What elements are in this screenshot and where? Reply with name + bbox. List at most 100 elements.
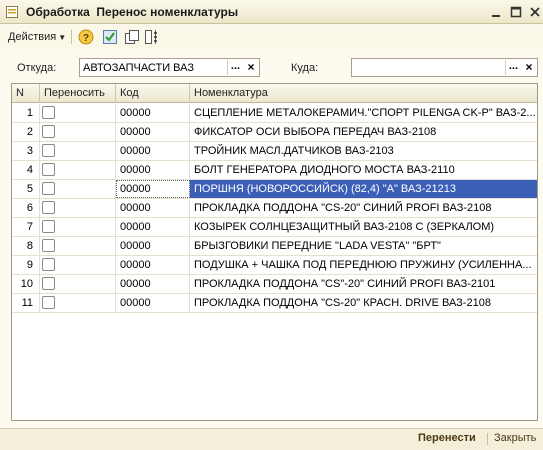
code-cell[interactable]: 00000 bbox=[116, 123, 190, 141]
maximize-icon[interactable] bbox=[509, 5, 523, 19]
move-checkbox[interactable] bbox=[42, 258, 55, 271]
code-cell[interactable]: 00000 bbox=[116, 256, 190, 274]
from-field[interactable]: АВТОЗАПЧАСТИ ВАЗ ... × bbox=[79, 58, 260, 77]
table-row[interactable]: 4 00000 БОЛТ ГЕНЕРАТОРА ДИОДНОГО МОСТА ВАЗ… bbox=[12, 161, 537, 180]
window-title: Обработка Перенос номенклатуры bbox=[26, 5, 239, 19]
move-cell[interactable] bbox=[40, 237, 116, 255]
table-row[interactable]: 6 00000 ПРОКЛАДКА ПОДДОНА "CS-20" СИНИЙ PR… bbox=[12, 199, 537, 218]
nomenclature-cell[interactable]: ПРОКЛАДКА ПОДДОНА "CS-20" КРАСН. DRIVE В… bbox=[190, 294, 537, 312]
move-cell[interactable] bbox=[40, 256, 116, 274]
code-cell[interactable]: 00000 bbox=[116, 199, 190, 217]
from-value[interactable]: АВТОЗАПЧАСТИ ВАЗ bbox=[83, 62, 194, 74]
table-row[interactable]: 7 00000 КОЗЫРЕК СОЛНЦЕЗАЩИТНЫЙ ВАЗ-2108 С … bbox=[12, 218, 537, 237]
code-cell[interactable]: 00000 bbox=[116, 180, 190, 198]
footer-divider bbox=[487, 433, 488, 445]
move-checkbox[interactable] bbox=[42, 296, 55, 309]
nomenclature-cell[interactable]: КОЗЫРЕК СОЛНЦЕЗАЩИТНЫЙ ВАЗ-2108 С (ЗЕРКА… bbox=[190, 218, 537, 236]
column-header-name[interactable]: Номенклатура bbox=[190, 84, 537, 103]
move-checkbox[interactable] bbox=[42, 220, 55, 233]
move-checkbox[interactable] bbox=[42, 163, 55, 176]
row-number: 1 bbox=[12, 104, 40, 122]
check-icon[interactable] bbox=[102, 29, 118, 45]
column-header-code[interactable]: Код bbox=[116, 84, 190, 103]
table-row[interactable]: 3 00000 ТРОЙНИК МАСЛ.ДАТЧИКОВ ВАЗ-2103 bbox=[12, 142, 537, 161]
table-row[interactable]: 9 00000 ПОДУШКА + ЧАШКА ПОД ПЕРЕДНЮЮ ПРУЖИ… bbox=[12, 256, 537, 275]
move-checkbox[interactable] bbox=[42, 239, 55, 252]
table-row[interactable]: 1 00000 СЦЕПЛЕНИЕ МЕТАЛОКЕРАМИЧ."СПОРТ PIL… bbox=[12, 104, 537, 123]
minimize-icon[interactable] bbox=[489, 5, 503, 19]
move-cell[interactable] bbox=[40, 180, 116, 198]
move-cell[interactable] bbox=[40, 218, 116, 236]
items-table[interactable]: N Переносить Код Номенклатура 1 00000 СЦЕП… bbox=[11, 83, 538, 421]
move-checkbox[interactable] bbox=[42, 144, 55, 157]
table-row[interactable]: 10 00000 ПРОКЛАДКА ПОДДОНА "CS"-20" СИНИЙ … bbox=[12, 275, 537, 294]
row-number: 6 bbox=[12, 199, 40, 217]
move-checkbox[interactable] bbox=[42, 201, 55, 214]
row-number: 11 bbox=[12, 294, 40, 312]
move-checkbox[interactable] bbox=[42, 182, 55, 195]
actions-label: Действия bbox=[8, 31, 57, 43]
actions-menu-button[interactable]: Действия ▼ bbox=[6, 29, 68, 45]
row-number: 9 bbox=[12, 256, 40, 274]
to-select-button[interactable]: ... bbox=[505, 60, 521, 75]
toolbar-divider bbox=[71, 30, 72, 44]
move-cell[interactable] bbox=[40, 142, 116, 160]
table-row[interactable]: 11 00000 ПРОКЛАДКА ПОДДОНА "CS-20" КРАСН. … bbox=[12, 294, 537, 313]
code-cell[interactable]: 00000 bbox=[116, 275, 190, 293]
move-cell[interactable] bbox=[40, 104, 116, 122]
table-row[interactable]: 5 00000 ПОРШНЯ (НОВОРОССИЙСК) (82,4) "А" В… bbox=[12, 180, 537, 199]
nomenclature-cell[interactable]: ФИКСАТОР ОСИ ВЫБОРА ПЕРЕДАЧ ВАЗ-2108 bbox=[190, 123, 537, 141]
help-icon[interactable]: ? bbox=[78, 29, 94, 45]
table-row[interactable]: 8 00000 БРЫЗГОВИКИ ПЕРЕДНИЕ "LADA VESTA" "… bbox=[12, 237, 537, 256]
svg-text:?: ? bbox=[83, 33, 89, 44]
row-number: 8 bbox=[12, 237, 40, 255]
code-cell[interactable]: 00000 bbox=[116, 104, 190, 122]
nomenclature-cell[interactable]: ПРОКЛАДКА ПОДДОНА "CS"-20" СИНИЙ PROFI В… bbox=[190, 275, 537, 293]
row-number: 5 bbox=[12, 180, 40, 198]
nomenclature-cell[interactable]: ПРОКЛАДКА ПОДДОНА "CS-20" СИНИЙ PROFI ВА… bbox=[190, 199, 537, 217]
row-number: 10 bbox=[12, 275, 40, 293]
code-cell[interactable]: 00000 bbox=[116, 237, 190, 255]
nomenclature-cell[interactable]: ПОДУШКА + ЧАШКА ПОД ПЕРЕДНЮЮ ПРУЖИНУ (УС… bbox=[190, 256, 537, 274]
row-number: 2 bbox=[12, 123, 40, 141]
close-icon[interactable] bbox=[528, 5, 542, 19]
move-cell[interactable] bbox=[40, 199, 116, 217]
code-cell[interactable]: 00000 bbox=[116, 294, 190, 312]
toolbar: Действия ▼ ? bbox=[0, 25, 543, 49]
to-field[interactable]: ... × bbox=[351, 58, 538, 77]
code-cell[interactable]: 00000 bbox=[116, 218, 190, 236]
from-label: Откуда: bbox=[17, 62, 57, 74]
move-cell[interactable] bbox=[40, 294, 116, 312]
move-button[interactable]: Перенести bbox=[418, 432, 476, 444]
columns-icon[interactable] bbox=[144, 29, 160, 45]
nomenclature-cell[interactable]: ТРОЙНИК МАСЛ.ДАТЧИКОВ ВАЗ-2103 bbox=[190, 142, 537, 160]
nomenclature-cell[interactable]: БРЫЗГОВИКИ ПЕРЕДНИЕ "LADA VESTA" "БРТ" bbox=[190, 237, 537, 255]
from-clear-icon[interactable]: × bbox=[244, 60, 258, 75]
row-number: 3 bbox=[12, 142, 40, 160]
code-cell[interactable]: 00000 bbox=[116, 142, 190, 160]
code-cell[interactable]: 00000 bbox=[116, 161, 190, 179]
table-row[interactable]: 2 00000 ФИКСАТОР ОСИ ВЫБОРА ПЕРЕДАЧ ВАЗ-21… bbox=[12, 123, 537, 142]
move-checkbox[interactable] bbox=[42, 125, 55, 138]
copy-icon[interactable] bbox=[124, 29, 140, 45]
nomenclature-cell[interactable]: БОЛТ ГЕНЕРАТОРА ДИОДНОГО МОСТА ВАЗ-2110 bbox=[190, 161, 537, 179]
from-select-button[interactable]: ... bbox=[227, 60, 243, 75]
table-header: N Переносить Код Номенклатура bbox=[12, 84, 537, 103]
nomenclature-cell[interactable]: ПОРШНЯ (НОВОРОССИЙСК) (82,4) "А" ВАЗ-212… bbox=[190, 180, 537, 198]
move-checkbox[interactable] bbox=[42, 106, 55, 119]
column-header-move[interactable]: Переносить bbox=[40, 84, 116, 103]
move-checkbox[interactable] bbox=[42, 277, 55, 290]
row-number: 4 bbox=[12, 161, 40, 179]
column-header-n[interactable]: N bbox=[12, 84, 40, 103]
move-cell[interactable] bbox=[40, 123, 116, 141]
row-number: 7 bbox=[12, 218, 40, 236]
chevron-down-icon: ▼ bbox=[58, 33, 67, 42]
close-button[interactable]: Закрыть bbox=[494, 432, 536, 444]
to-label: Куда: bbox=[291, 62, 319, 74]
to-clear-icon[interactable]: × bbox=[522, 60, 536, 75]
nomenclature-cell[interactable]: СЦЕПЛЕНИЕ МЕТАЛОКЕРАМИЧ."СПОРТ PILENGA C… bbox=[190, 104, 537, 122]
move-cell[interactable] bbox=[40, 275, 116, 293]
title-bar: Обработка Перенос номенклатуры bbox=[0, 0, 543, 24]
move-cell[interactable] bbox=[40, 161, 116, 179]
app-icon bbox=[6, 6, 18, 18]
